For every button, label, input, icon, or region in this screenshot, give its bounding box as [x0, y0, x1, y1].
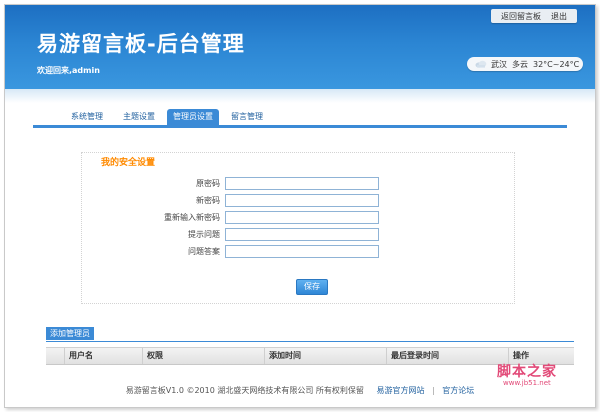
footer-copyright: 易游留言板V1.0 ©2010 湖北盛天网络技术有限公司 所有权利保留 [125, 386, 364, 395]
new-password-input[interactable] [225, 194, 379, 207]
save-button[interactable]: 保存 [296, 279, 328, 295]
form-row-new-password: 新密码 [125, 194, 385, 207]
new-password-label: 新密码 [196, 196, 220, 205]
old-password-input[interactable] [225, 177, 379, 190]
old-password-label: 原密码 [196, 179, 220, 188]
table-top-rule [46, 341, 574, 342]
add-admin-button[interactable]: 添加管理员 [46, 327, 94, 340]
nav-tabs: 系统管理 主题设置 管理员设置 留言管理 [33, 107, 567, 128]
column-header-username: 用户名 [64, 348, 141, 364]
weather-widget: 武汉 多云 32°C~24°C [467, 57, 583, 71]
confirm-password-input[interactable] [225, 211, 379, 224]
header-fade [5, 89, 595, 103]
site-title: 易游留言板-后台管理 [37, 32, 245, 56]
watermark-logo-text: 脚本之家 [497, 364, 557, 380]
logout-link[interactable]: 退出 [546, 11, 572, 22]
form-row-question-answer: 问题答案 [125, 245, 385, 258]
tab-message-management[interactable]: 留言管理 [225, 109, 269, 125]
tab-admin-settings[interactable]: 管理员设置 [167, 109, 219, 125]
column-header-added-time: 添加时间 [264, 348, 369, 364]
hint-question-label: 提示问题 [188, 230, 220, 239]
question-answer-label: 问题答案 [188, 247, 220, 256]
tab-theme-settings[interactable]: 主题设置 [117, 109, 161, 125]
cloud-icon [475, 60, 487, 68]
official-site-link[interactable]: 易游官方网站 [376, 386, 424, 395]
app-window: 易游留言板-后台管理 欢迎回来,admin 返回留言板 退出 武汉 多云 32°… [4, 4, 596, 408]
tab-system-management[interactable]: 系统管理 [63, 109, 111, 125]
watermark: 脚本之家 www.jb51.net [497, 361, 593, 391]
form-row-old-password: 原密码 [125, 177, 385, 190]
top-links: 返回留言板 退出 [491, 9, 577, 23]
form-row-confirm-password: 重新输入新密码 [125, 211, 385, 224]
admin-table-header: 用户名 权限 添加时间 最后登录时间 操作 [46, 347, 574, 365]
footer-separator: | [432, 386, 435, 395]
welcome-text: 欢迎回来,admin [37, 66, 100, 75]
hint-question-input[interactable] [225, 228, 379, 241]
column-header-select [46, 348, 66, 364]
weather-temperature: 32°C~24°C [533, 59, 580, 69]
watermark-url: www.jb51.net [503, 379, 551, 387]
back-to-board-link[interactable]: 返回留言板 [496, 11, 546, 22]
weather-city: 武汉 [491, 59, 507, 69]
footer-separator [366, 386, 376, 395]
weather-condition: 多云 [512, 59, 528, 69]
form-row-hint-question: 提示问题 [125, 228, 385, 241]
column-header-last-login: 最后登录时间 [386, 348, 491, 364]
question-answer-input[interactable] [225, 245, 379, 258]
column-header-permission: 权限 [142, 348, 237, 364]
header-banner: 易游留言板-后台管理 欢迎回来,admin 返回留言板 退出 武汉 多云 32°… [5, 5, 595, 89]
security-settings-title: 我的安全设置 [101, 158, 156, 168]
confirm-password-label: 重新输入新密码 [164, 213, 220, 222]
official-forum-link[interactable]: 官方论坛 [442, 386, 474, 395]
